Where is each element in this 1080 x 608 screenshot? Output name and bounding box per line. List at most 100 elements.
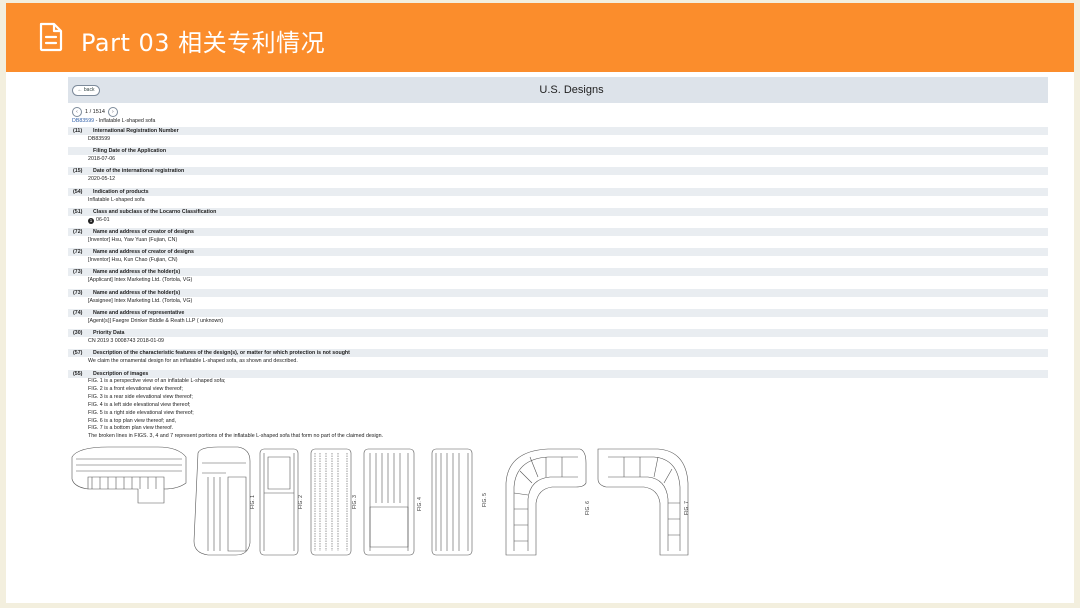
chevron-right-icon[interactable]: › (107, 107, 118, 117)
field-label: (72) Name and address of creator of desig… (68, 227, 1048, 236)
patent-panel: ← back U.S. Designs ‹ 1 / 1514 › DB83599… (68, 77, 1048, 447)
field-value-text: DB83599 (88, 136, 111, 142)
fig-2-drawing (259, 448, 299, 556)
image-description-line: FIG. 5 is a right side elevational view … (88, 409, 194, 416)
field-value: 1 06-01 (88, 217, 110, 224)
figure-label: FIG. 4 (416, 497, 423, 511)
field-label-text: Name and address of creator of designs (93, 249, 194, 256)
panel-topbar: ← back U.S. Designs (68, 77, 1048, 103)
field-label: (11) International Registration Number (68, 127, 1048, 135)
figure-label: FIG. 2 (297, 495, 304, 509)
field-label: (73) Name and address of the holder(s) (68, 268, 1048, 277)
record-id-link[interactable]: DB83599 (72, 118, 94, 124)
field-value-text: [Assignee] Intex Marketing Ltd. (Tortola… (88, 297, 193, 304)
slide: Part 03 相关专利情况 ← back U.S. Designs ‹ 1 /… (6, 3, 1074, 603)
field-number: (72) (73, 249, 83, 256)
field-label-text: Name and address of representative (93, 309, 185, 316)
record-subtitle: DB83599 - Inflatable L-shaped sofa (72, 118, 155, 124)
field-number: (73) (73, 269, 83, 276)
fig-1b-drawing (193, 446, 251, 556)
image-description-line: FIG. 6 is a top plan view thereof; and, (88, 417, 177, 424)
sofa-drawings (71, 446, 689, 556)
field-label: (55) Description of images (68, 370, 1048, 378)
field-row: (73) Name and address of the holder(s) [Ap… (68, 268, 1048, 288)
field-label: (15) Date of the international registrati… (68, 167, 1048, 176)
field-value-text: Inflatable L-shaped sofa (88, 196, 145, 203)
field-label: (30) Priority Data (68, 328, 1048, 337)
field-label: (54) Indication of products (68, 187, 1048, 196)
field-label: Filing Date of the Application (68, 147, 1048, 156)
field-label-text: Name and address of the holder(s) (93, 269, 181, 276)
field-value: [Inventor] Hsu, Yaw Yuan (Fujian, CN) (88, 237, 177, 243)
field-value: 2020-05-12 (88, 176, 115, 182)
field-value-text: 2018-07-06 (88, 156, 116, 163)
field-row: (15) Date of the international registrati… (68, 167, 1048, 187)
fig-5-drawing (431, 448, 473, 556)
figure-label: FIG. 5 (481, 493, 488, 507)
field-row: (54) Indication of products Inflatable L-s… (68, 187, 1048, 208)
figure-label: FIG. 3 (351, 495, 358, 509)
pager: ‹ 1 / 1514 › (72, 107, 118, 117)
field-row: Filing Date of the Application 2018-07-06 (68, 147, 1048, 167)
field-value: [Agent(s)] Faegre Drinker Biddle & Reath… (88, 318, 223, 324)
field-label-text: Class and subclass of the Locarno Classi… (93, 208, 217, 215)
header-bar: Part 03 相关专利情况 (6, 3, 1074, 72)
field-label: (74) Name and address of representative (68, 308, 1048, 317)
document-icon (39, 22, 63, 52)
field-row: (74) Name and address of representative [A… (68, 308, 1048, 329)
field-value-text: 2020-05-12 (88, 176, 116, 183)
field-value: Inflatable L-shaped sofa (88, 197, 145, 203)
field-number: (30) (73, 329, 83, 336)
field-value: [Inventor] Hsu, Kun Chao (Fujian, CN) (88, 257, 178, 263)
field-value: [Applicant] Intex Marketing Ltd. (Tortol… (88, 277, 192, 283)
field-number: (73) (73, 289, 83, 296)
field-number: (54) (73, 188, 83, 195)
images-description: (55) Description of images FIG. 1 is a pe… (68, 370, 1048, 441)
image-description-line: The broken lines in FIGS. 3, 4 and 7 rep… (88, 433, 384, 440)
field-label: (72) Name and address of creator of desig… (68, 248, 1048, 257)
fig-7-drawing (597, 448, 689, 556)
field-value: CN 2019 3 0008743 2018-01-09 (88, 338, 164, 344)
field-value-text: [Applicant] Intex Marketing Ltd. (Tortol… (88, 277, 193, 284)
field-value: [Assignee] Intex Marketing Ltd. (Tortola… (88, 298, 192, 304)
field-value-text: [Inventor] Hsu, Kun Chao (Fujian, CN) (88, 257, 178, 264)
fig-3-drawing (310, 448, 352, 556)
field-label-text: Indication of products (93, 188, 149, 195)
field-value: We claim the ornamental design for an in… (88, 358, 298, 364)
panel-heading: U.S. Designs (539, 84, 604, 96)
field-label-text: Name and address of the holder(s) (93, 289, 181, 296)
field-value-text: [Agent(s)] Faegre Drinker Biddle & Reath… (88, 317, 224, 324)
image-description-line: FIG. 4 is a left side elevational view t… (88, 401, 191, 408)
field-label-text: Date of the international registration (93, 168, 185, 175)
field-label: (57) Description of the characteristic fe… (68, 349, 1048, 358)
field-row: (51) Class and subclass of the Locarno Cl… (68, 207, 1048, 228)
field-label-text: Priority Data (93, 329, 125, 336)
field-row: (73) Name and address of the holder(s) [As… (68, 288, 1048, 309)
field-number: (55) (73, 371, 83, 377)
field-value: DB83599 (88, 136, 110, 142)
field-label-text: Description of the characteristic featur… (93, 350, 350, 357)
figure-label: FIG. 1 (249, 495, 256, 509)
page-title: Part 03 相关专利情况 (81, 29, 326, 57)
image-description-line: FIG. 7 is a bottom plan view thereof. (88, 425, 174, 432)
chevron-left-icon[interactable]: ‹ (72, 107, 82, 117)
field-label-text: International Registration Number (93, 128, 179, 134)
fig-1-drawing (71, 446, 187, 504)
design-drawings: FIG. 1 FIG. 2 FIG. 3 FIG. 4 FIG. 5 FIG. 6 FIG.… (68, 443, 708, 563)
field-number: (74) (73, 309, 83, 316)
figure-label: FIG. 7 (683, 501, 690, 515)
figure-label: FIG. 6 (584, 501, 591, 515)
fig-6-drawing (505, 448, 587, 556)
field-number: (15) (73, 168, 83, 175)
field-number: (72) (73, 228, 83, 235)
field-value-text: 06-01 (96, 216, 110, 223)
field-row: (57) Description of the characteristic fe… (68, 349, 1048, 369)
field-value-text: We claim the ornamental design for an in… (88, 358, 298, 365)
field-row: (72) Name and address of creator of desig… (68, 248, 1048, 268)
pager-text: 1 / 1514 (85, 109, 105, 115)
field-value-text: [Inventor] Hsu, Yaw Yuan (Fujian, CN) (88, 236, 178, 243)
field-value-text: CN 2019 3 0008743 2018-01-09 (88, 337, 164, 344)
field-number: (57) (73, 350, 83, 357)
info-bullet-icon: 1 (88, 217, 94, 224)
field-number: (11) (73, 128, 83, 134)
